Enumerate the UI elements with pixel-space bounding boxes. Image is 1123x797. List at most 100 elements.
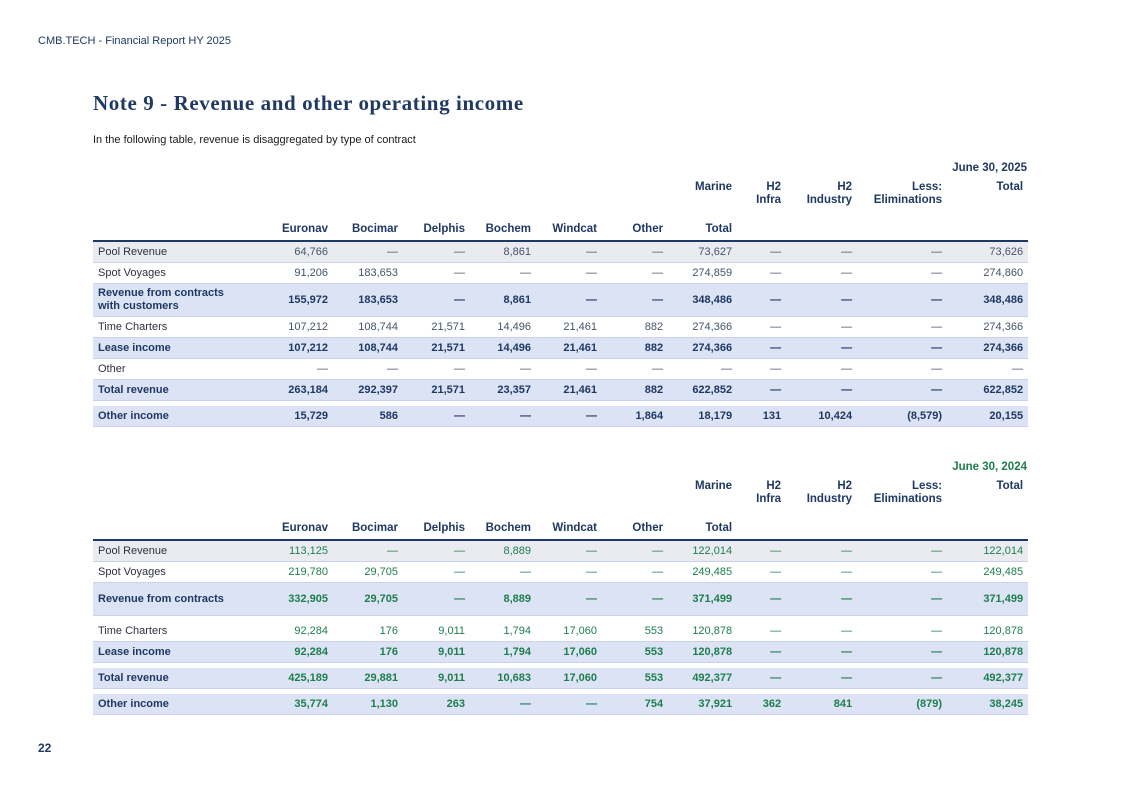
value-cell: — bbox=[602, 263, 668, 284]
value-cell: 107,212 bbox=[263, 317, 333, 338]
value-cell: 120,878 bbox=[668, 642, 737, 663]
group-header: Total bbox=[947, 478, 1028, 520]
value-cell: 274,366 bbox=[947, 317, 1028, 338]
value-cell: 219,780 bbox=[263, 562, 333, 583]
value-cell: 29,705 bbox=[333, 583, 403, 616]
value-cell: — bbox=[536, 406, 602, 427]
value-cell: 108,744 bbox=[333, 317, 403, 338]
value-cell: — bbox=[857, 380, 947, 401]
header-spacer bbox=[947, 221, 1028, 241]
header-spacer bbox=[947, 520, 1028, 540]
value-cell: 1,130 bbox=[333, 694, 403, 715]
value-cell: — bbox=[737, 284, 786, 317]
value-cell: 183,653 bbox=[333, 263, 403, 284]
value-cell: (879) bbox=[857, 694, 947, 715]
value-cell: 882 bbox=[602, 338, 668, 359]
value-cell: 176 bbox=[333, 621, 403, 642]
value-cell: 176 bbox=[333, 642, 403, 663]
column-header: Bocimar bbox=[333, 221, 403, 241]
financial-table: MarineH2 InfraH2 IndustryLess: Eliminati… bbox=[93, 179, 1028, 427]
row-label: Other income bbox=[93, 694, 263, 715]
row-label: Pool Revenue bbox=[93, 241, 263, 263]
value-cell: — bbox=[403, 241, 470, 263]
column-header: Windcat bbox=[536, 221, 602, 241]
value-cell: 371,499 bbox=[947, 583, 1028, 616]
value-cell: — bbox=[403, 562, 470, 583]
group-header: H2 Infra bbox=[737, 478, 786, 520]
value-cell: — bbox=[857, 263, 947, 284]
value-cell: — bbox=[602, 359, 668, 380]
value-cell: — bbox=[333, 241, 403, 263]
value-cell: — bbox=[947, 359, 1028, 380]
value-cell: — bbox=[857, 621, 947, 642]
value-cell: 17,060 bbox=[536, 642, 602, 663]
table-row: Lease income92,2841769,0111,79417,060553… bbox=[93, 642, 1028, 663]
value-cell: — bbox=[737, 317, 786, 338]
value-cell: 553 bbox=[602, 621, 668, 642]
value-cell: — bbox=[403, 359, 470, 380]
page-number: 22 bbox=[38, 741, 51, 755]
value-cell: 120,878 bbox=[947, 621, 1028, 642]
value-cell: — bbox=[786, 380, 857, 401]
value-cell: 586 bbox=[333, 406, 403, 427]
row-label: Revenue from contracts bbox=[93, 583, 263, 616]
value-cell: — bbox=[737, 642, 786, 663]
value-cell: — bbox=[536, 359, 602, 380]
value-cell: — bbox=[403, 284, 470, 317]
value-cell: 274,859 bbox=[668, 263, 737, 284]
value-cell: 122,014 bbox=[668, 540, 737, 562]
value-cell: 362 bbox=[737, 694, 786, 715]
value-cell: — bbox=[470, 359, 536, 380]
value-cell: 38,245 bbox=[947, 694, 1028, 715]
value-cell: — bbox=[602, 540, 668, 562]
header-spacer bbox=[786, 520, 857, 540]
header-spacer bbox=[857, 520, 947, 540]
value-cell: — bbox=[737, 338, 786, 359]
header-spacer bbox=[93, 221, 263, 241]
value-cell: 183,653 bbox=[333, 284, 403, 317]
value-cell: 92,284 bbox=[263, 621, 333, 642]
value-cell: 348,486 bbox=[947, 284, 1028, 317]
group-header: Less: Eliminations bbox=[857, 478, 947, 520]
value-cell: 249,485 bbox=[947, 562, 1028, 583]
value-cell: 14,496 bbox=[470, 338, 536, 359]
value-cell: 113,125 bbox=[263, 540, 333, 562]
value-cell: 553 bbox=[602, 642, 668, 663]
table-row: Total revenue263,184292,39721,57123,3572… bbox=[93, 380, 1028, 401]
value-cell: 622,852 bbox=[947, 380, 1028, 401]
value-cell: — bbox=[602, 284, 668, 317]
value-cell: 292,397 bbox=[333, 380, 403, 401]
value-cell: 21,461 bbox=[536, 317, 602, 338]
value-cell: — bbox=[786, 338, 857, 359]
value-cell: — bbox=[857, 359, 947, 380]
row-label: Revenue from contracts with customers bbox=[93, 284, 263, 317]
value-cell: 274,366 bbox=[668, 317, 737, 338]
value-cell: 8,861 bbox=[470, 284, 536, 317]
table-row: Other income35,7741,130263——75437,921362… bbox=[93, 694, 1028, 715]
value-cell: — bbox=[857, 338, 947, 359]
value-cell: 371,499 bbox=[668, 583, 737, 616]
value-cell: 622,852 bbox=[668, 380, 737, 401]
value-cell: 21,571 bbox=[403, 317, 470, 338]
table-row: Revenue from contracts332,90529,705—8,88… bbox=[93, 583, 1028, 616]
value-cell: — bbox=[333, 359, 403, 380]
row-label: Lease income bbox=[93, 642, 263, 663]
row-label: Total revenue bbox=[93, 668, 263, 689]
value-cell: — bbox=[786, 317, 857, 338]
group-header: Total bbox=[947, 179, 1028, 221]
group-header: H2 Infra bbox=[737, 179, 786, 221]
value-cell: 21,461 bbox=[536, 338, 602, 359]
table-row: Spot Voyages91,206183,653————274,859———2… bbox=[93, 263, 1028, 284]
date-label-2025: June 30, 2025 bbox=[93, 162, 1028, 174]
value-cell: 108,744 bbox=[333, 338, 403, 359]
table-row: Time Charters107,212108,74421,57114,4962… bbox=[93, 317, 1028, 338]
value-cell: — bbox=[737, 583, 786, 616]
value-cell: — bbox=[470, 694, 536, 715]
column-header-row: EuronavBocimarDelphisBochemWindcatOtherT… bbox=[93, 221, 1028, 241]
value-cell: — bbox=[536, 241, 602, 263]
value-cell: — bbox=[737, 241, 786, 263]
column-header: Delphis bbox=[403, 520, 470, 540]
value-cell: 1,794 bbox=[470, 642, 536, 663]
row-label: Pool Revenue bbox=[93, 540, 263, 562]
column-header: Bochem bbox=[470, 520, 536, 540]
